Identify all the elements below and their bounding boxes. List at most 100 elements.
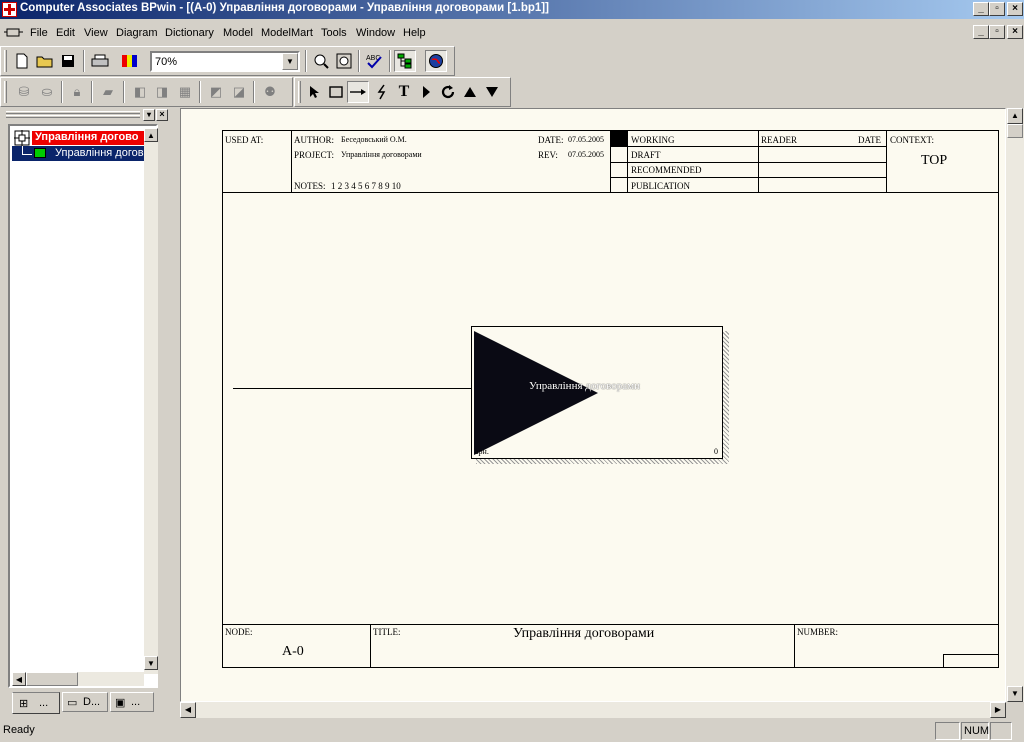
arrow-tool-icon[interactable]: [347, 81, 369, 103]
mm-connect-icon[interactable]: ⛁: [13, 81, 35, 103]
mdi-minimize-button[interactable]: _: [973, 25, 989, 39]
tree-child-label: Управління догов: [55, 147, 144, 159]
mdi-close-button[interactable]: ×: [1007, 25, 1023, 39]
activity-box[interactable]: Управління договорами арн. 0: [471, 326, 723, 459]
scroll-right-icon[interactable]: ▶: [990, 702, 1006, 718]
notes-label: NOTES:: [294, 181, 326, 191]
rev-value: 07.05.2005: [568, 150, 604, 159]
model-tree: Управління догово Управління догов ▲ ▼ ◀: [8, 124, 158, 688]
status-panel-num: NUM: [961, 722, 989, 740]
title-value: Управління договорами: [513, 626, 655, 641]
mm-library-icon[interactable]: ▰: [97, 81, 119, 103]
mdi-restore-button[interactable]: ▫: [989, 25, 1005, 39]
scroll-up-icon[interactable]: ▲: [144, 128, 158, 142]
toolbar-grip[interactable]: [4, 50, 7, 72]
tab-activities[interactable]: ⊞ ...: [12, 692, 60, 714]
diagram-toolbar: T: [294, 77, 511, 107]
tree-horizontal-scrollbar[interactable]: ◀: [12, 672, 144, 686]
zoom-select[interactable]: 70% ▼: [150, 51, 300, 72]
spell-check-icon[interactable]: ABC: [363, 50, 385, 72]
panel-grip[interactable]: [6, 111, 140, 114]
menu-window[interactable]: Window: [356, 27, 395, 39]
toolbar-grip[interactable]: [298, 81, 301, 103]
mm-save-icon[interactable]: ◨: [151, 81, 173, 103]
text-tool-icon[interactable]: T: [393, 81, 415, 103]
go-to-child-down-icon[interactable]: [481, 81, 503, 103]
mm-users-icon[interactable]: ⚉: [259, 81, 281, 103]
color-palette-icon[interactable]: [119, 50, 141, 72]
tree-tab-icon: ⊞: [19, 698, 29, 710]
canvas-vertical-scrollbar[interactable]: ▲ ▼: [1006, 108, 1024, 702]
node-label: NODE:: [225, 627, 253, 637]
squiggle-icon[interactable]: [371, 81, 393, 103]
menu-diagram[interactable]: Diagram: [116, 27, 158, 39]
pointer-icon[interactable]: [303, 81, 325, 103]
menu-help[interactable]: Help: [403, 27, 426, 39]
document-icon[interactable]: [4, 25, 24, 41]
model-root-icon[interactable]: [14, 130, 30, 146]
new-file-icon[interactable]: [11, 50, 33, 72]
menu-dictionary[interactable]: Dictionary: [165, 27, 214, 39]
scroll-down-icon[interactable]: ▼: [144, 656, 158, 670]
go-to-parent-icon[interactable]: [459, 81, 481, 103]
project-value: Управління договорами: [341, 150, 422, 159]
status-panel-scroll: [990, 722, 1012, 740]
app-icon[interactable]: [2, 2, 17, 17]
mm-disconnect-icon[interactable]: ⛀: [36, 81, 58, 103]
scroll-down-icon[interactable]: ▼: [1007, 686, 1023, 702]
mm-grid-icon[interactable]: ▦: [174, 81, 196, 103]
reader-date-label: DATE: [858, 135, 881, 145]
status-text: Ready: [3, 724, 35, 736]
context-value: TOP: [921, 153, 948, 168]
save-icon[interactable]: [57, 50, 79, 72]
scroll-up-icon[interactable]: ▲: [1007, 108, 1023, 124]
canvas-horizontal-scrollbar[interactable]: ◀ ▶: [180, 702, 1006, 718]
chevron-down-icon[interactable]: ▼: [282, 53, 298, 70]
menu-tools[interactable]: Tools: [321, 27, 347, 39]
project-label: PROJECT:: [294, 150, 335, 160]
input-arrow[interactable]: [233, 388, 471, 389]
modelmart-globe-icon[interactable]: [425, 50, 447, 72]
toolbar-grip[interactable]: [4, 81, 7, 103]
tab-objects[interactable]: ▣ ...: [110, 692, 154, 712]
title-bar: Computer Associates BPwin - [(A-0) Управ…: [0, 0, 1024, 19]
scroll-thumb[interactable]: [26, 672, 78, 686]
date-value: 07.05.2005: [568, 135, 604, 144]
close-button[interactable]: ×: [1007, 2, 1023, 16]
panel-collapse-button[interactable]: ▾: [143, 109, 155, 121]
notes-value: 1 2 3 4 5 6 7 8 9 10: [331, 181, 401, 191]
open-folder-icon[interactable]: [34, 50, 56, 72]
activity-green-icon: [34, 148, 46, 158]
minimize-button[interactable]: _: [973, 2, 989, 16]
zoom-in-icon[interactable]: [310, 50, 332, 72]
maximize-button[interactable]: ▫: [989, 2, 1005, 16]
menu-view[interactable]: View: [84, 27, 108, 39]
node-value: A-0: [282, 644, 304, 659]
menu-model[interactable]: Model: [223, 27, 253, 39]
mm-merge-icon[interactable]: ◩: [205, 81, 227, 103]
tab-diagrams[interactable]: ▭ D...: [62, 692, 108, 712]
status-working: WORKING: [631, 135, 675, 145]
menu-edit[interactable]: Edit: [56, 27, 75, 39]
zoom-fit-icon[interactable]: [333, 50, 355, 72]
window-title: Computer Associates BPwin - [(A-0) Управ…: [20, 2, 549, 14]
scroll-left-icon[interactable]: ◀: [180, 702, 196, 718]
tree-root-item[interactable]: Управління догово: [32, 131, 144, 145]
status-draft: DRAFT: [631, 150, 661, 160]
lock-icon[interactable]: 🔒︎: [66, 81, 88, 103]
mm-open-icon[interactable]: ◧: [129, 81, 151, 103]
model-explorer-toggle-icon[interactable]: [394, 50, 416, 72]
mm-security-icon[interactable]: ◪: [228, 81, 250, 103]
menu-file[interactable]: File: [30, 27, 48, 39]
diagram-canvas[interactable]: USED AT: AUTHOR: Беседовський О.М. PROJE…: [180, 108, 1006, 702]
modelmart-toolbar: ⛁ ⛀ 🔒︎ ▰ ◧ ◨ ▦ ◩ ◪ ⚉: [0, 77, 293, 107]
refresh-icon[interactable]: [437, 81, 459, 103]
panel-close-button[interactable]: ×: [156, 109, 168, 121]
scroll-thumb[interactable]: [1007, 124, 1023, 138]
print-icon[interactable]: [89, 50, 111, 72]
tree-vertical-scrollbar[interactable]: ▲ ▼: [144, 128, 158, 674]
scroll-left-icon[interactable]: ◀: [12, 672, 26, 686]
activity-box-icon[interactable]: [325, 81, 347, 103]
menu-modelmart[interactable]: ModelMart: [261, 27, 313, 39]
go-to-child-icon[interactable]: [415, 81, 437, 103]
